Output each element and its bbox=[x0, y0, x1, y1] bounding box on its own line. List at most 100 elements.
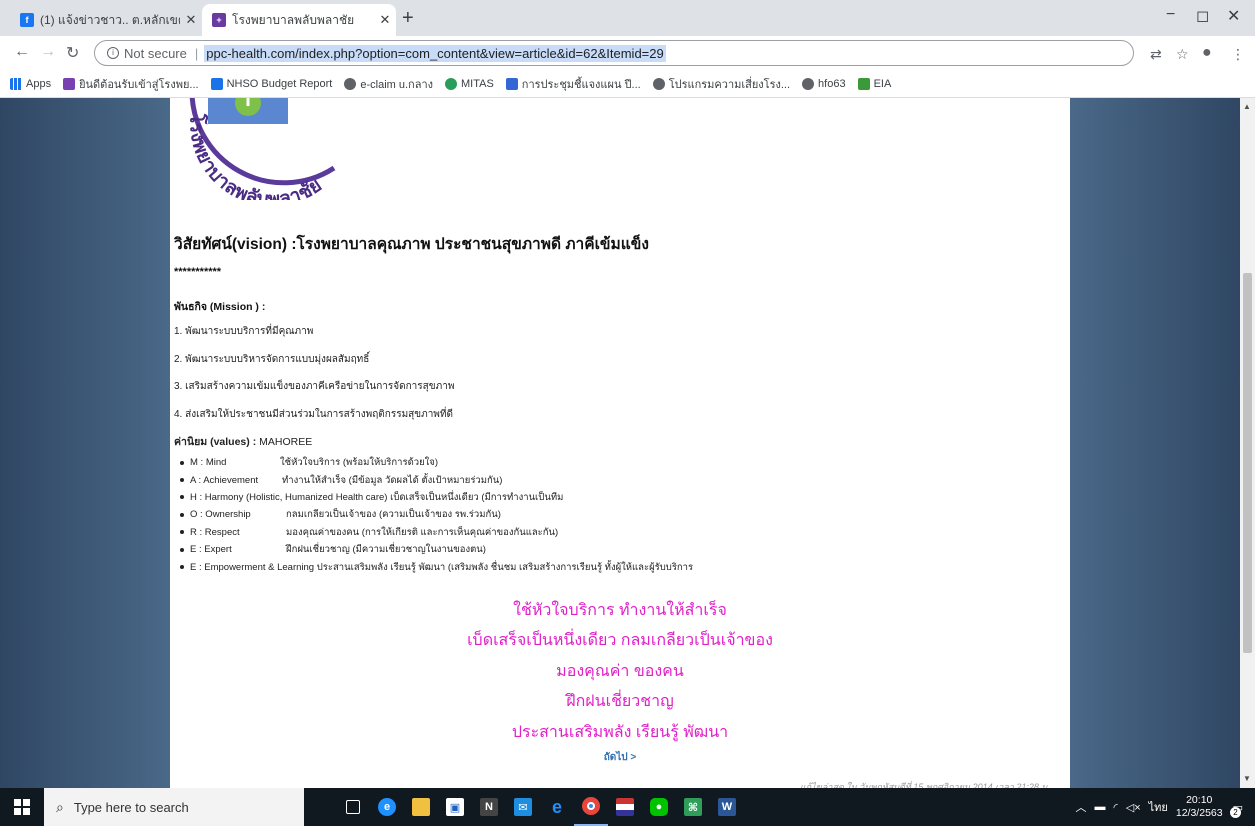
eia-icon bbox=[857, 77, 870, 90]
language-indicator[interactable]: ไทย bbox=[1149, 798, 1168, 816]
slogan-line: ประสานเสริมพลัง เรียนรู้ พัฒนา bbox=[511, 724, 729, 741]
page-viewport: โรงพยาบาลพลับพลาชัย วิสัยทัศน์(vision) :… bbox=[0, 98, 1240, 788]
article-content: โรงพยาบาลพลับพลาชัย วิสัยทัศน์(vision) :… bbox=[170, 98, 1070, 788]
slogan-line: ฝึกฝนเชี่ยวชาญ bbox=[566, 693, 674, 710]
svg-text:โรงพยาบาลพลับพลาชัย: โรงพยาบาลพลับพลาชัย bbox=[185, 112, 326, 200]
scroll-down-icon[interactable]: ▼ bbox=[1243, 774, 1251, 783]
slogan-line: มองคุณค่า ของคน bbox=[556, 663, 684, 680]
back-button[interactable]: ← bbox=[14, 43, 30, 61]
bullet bbox=[180, 565, 184, 570]
new-tab-button[interactable]: + bbox=[402, 8, 414, 28]
word-icon[interactable]: W bbox=[710, 788, 744, 826]
tab-close-icon[interactable]: ✕ bbox=[180, 12, 202, 28]
value-desc: ฝึกฝนเชี่ยวชาญ (มีความเชี่ยวชาญในงานของต… bbox=[286, 544, 486, 556]
flag-app-icon[interactable] bbox=[608, 788, 642, 826]
bookmark-hfo63[interactable]: hfo63 bbox=[802, 77, 846, 90]
bookmark-mitas[interactable]: MITAS bbox=[445, 77, 494, 90]
bookmark-label: การประชุมชี้แจงแผน ปี... bbox=[521, 78, 641, 91]
edge-icon[interactable]: e bbox=[370, 788, 404, 826]
network-icon[interactable]: ▬ bbox=[1094, 801, 1105, 813]
clock[interactable]: 20:10 12/3/2563 bbox=[1176, 794, 1223, 820]
value-desc: ใช้หัวใจบริการ (พร้อมให้บริการด้วยใจ) bbox=[280, 457, 439, 469]
values-word: MAHOREE bbox=[256, 436, 313, 448]
menu-icon[interactable]: ⋮ bbox=[1231, 46, 1245, 63]
scroll-up-icon[interactable]: ▲ bbox=[1243, 102, 1251, 111]
bookmark-eia[interactable]: EIA bbox=[857, 77, 892, 90]
file-explorer-icon[interactable] bbox=[404, 788, 438, 826]
values-list: M : Mind ใช้หัวใจบริการ (พร้อมให้บริการด้… bbox=[180, 454, 693, 576]
close-window-button[interactable]: ✕ bbox=[1227, 6, 1240, 26]
vision-heading: วิสัยทัศน์(vision) :โรงพยาบาลคุณภาพ ประช… bbox=[174, 236, 649, 253]
right-background bbox=[1070, 98, 1240, 788]
translate-icon[interactable]: ⇄ bbox=[1150, 46, 1162, 63]
list-item: E : Expert ฝึกฝนเชี่ยวชาญ (มีความเชี่ยวชา… bbox=[180, 541, 693, 558]
facebook-icon: f bbox=[20, 13, 34, 27]
list-item: R : Respect มองคุณค่าของคน (การให้เกียรติ… bbox=[180, 524, 693, 541]
clock-time: 20:10 bbox=[1186, 794, 1213, 806]
security-indicator[interactable]: i Not secure bbox=[107, 46, 187, 61]
value-desc: เบ็ดเสร็จเป็นหนึ่งเดียว (มีการทำงานเป็นท… bbox=[390, 491, 564, 503]
value-code: O : Ownership bbox=[190, 509, 251, 521]
store-icon[interactable]: ▣ bbox=[438, 788, 472, 826]
tab-hospital[interactable]: + โรงพยาบาลพลับพลาชัย ✕ bbox=[202, 4, 396, 36]
url-text[interactable]: ppc-health.com/index.php?option=com_cont… bbox=[204, 44, 666, 62]
tab-facebook[interactable]: f (1) แจ้งข่าวชาว.. ต.หลักเขต ✕ bbox=[10, 4, 202, 36]
list-item: O : Ownership กลมเกลียวเป็นเจ้าของ (ความเ… bbox=[180, 506, 693, 523]
volume-icon[interactable]: ◁× bbox=[1126, 801, 1141, 814]
forward-button[interactable]: → bbox=[40, 43, 56, 61]
reload-button[interactable]: ↻ bbox=[66, 43, 79, 63]
onenote-icon[interactable]: N bbox=[472, 788, 506, 826]
excel-like-icon[interactable]: ⌘ bbox=[676, 788, 710, 826]
next-page-link[interactable]: ถัดไป > bbox=[170, 750, 1070, 765]
taskbar-apps: e ▣ N ✉ e ● ⌘ W bbox=[336, 788, 744, 826]
values-label: ค่านิยม (values) : bbox=[174, 436, 257, 448]
list-item: A : Achievement ทำงานให้สำเร็จ (มีข้อมูล … bbox=[180, 471, 693, 488]
chrome-icon[interactable] bbox=[574, 788, 608, 826]
maximize-button[interactable]: ◻ bbox=[1196, 6, 1209, 26]
scrollbar-thumb[interactable] bbox=[1243, 273, 1252, 653]
ie-icon[interactable]: e bbox=[540, 788, 574, 826]
list-item: M : Mind ใช้หัวใจบริการ (พร้อมให้บริการด้… bbox=[180, 454, 693, 471]
search-placeholder: Type here to search bbox=[73, 799, 189, 815]
bookmark-apps[interactable]: Apps bbox=[10, 77, 51, 90]
start-button[interactable] bbox=[0, 788, 44, 826]
line-icon[interactable]: ● bbox=[642, 788, 676, 826]
wifi-icon[interactable]: ◜ bbox=[1113, 801, 1117, 814]
value-code: H : Harmony (Holistic, Humanized Health … bbox=[190, 491, 388, 503]
bookmarks-bar: Apps ยินดีต้อนรับเข้าสู่โรงพย... NHSO Bu… bbox=[0, 70, 1255, 98]
browser-toolbar: ← → ↻ i Not secure | ppc-health.com/inde… bbox=[0, 36, 1255, 70]
notification-icon[interactable]: ▭2 bbox=[1230, 801, 1243, 818]
taskbar-search[interactable]: ⌕ Type here to search bbox=[44, 788, 304, 826]
bookmark-label: MITAS bbox=[461, 77, 494, 90]
bookmark-label: โปรแกรมความเสี่ยงโรง... bbox=[668, 78, 791, 91]
address-bar[interactable]: i Not secure | ppc-health.com/index.php?… bbox=[94, 40, 1134, 66]
bookmark-eclaim[interactable]: e-claim u.กลาง bbox=[344, 75, 433, 93]
tab-close-icon[interactable]: ✕ bbox=[374, 12, 396, 28]
tray-chevron-icon[interactable]: ︿ bbox=[1075, 799, 1086, 815]
minimize-button[interactable]: − bbox=[1166, 6, 1175, 24]
values-heading: ค่านิยม (values) : MAHOREE bbox=[174, 433, 312, 450]
bookmark-meeting[interactable]: การประชุมชี้แจงแผน ปี... bbox=[505, 75, 641, 93]
bookmark-nhso[interactable]: NHSO Budget Report bbox=[210, 77, 332, 90]
bookmark-label: ยินดีต้อนรับเข้าสู่โรงพย... bbox=[79, 78, 199, 91]
page-scrollbar[interactable]: ▲ ▼ bbox=[1240, 98, 1255, 788]
mission-heading: พันธกิจ (Mission ) : bbox=[174, 301, 266, 313]
star-icon[interactable]: ☆ bbox=[1176, 46, 1189, 63]
profile-icon[interactable]: ● bbox=[1202, 44, 1212, 62]
bookmark-label: EIA bbox=[873, 77, 892, 90]
clock-date: 12/3/2563 bbox=[1175, 807, 1223, 819]
left-background bbox=[0, 98, 170, 788]
task-view-icon[interactable] bbox=[336, 788, 370, 826]
bookmark-hospital[interactable]: ยินดีต้อนรับเข้าสู่โรงพย... bbox=[63, 75, 199, 93]
bookmark-risk[interactable]: โปรแกรมความเสี่ยงโรง... bbox=[652, 75, 791, 93]
globe-icon bbox=[344, 77, 357, 90]
bullet bbox=[180, 460, 184, 465]
separator-stars: *********** bbox=[174, 266, 222, 278]
mail-icon[interactable]: ✉ bbox=[506, 788, 540, 826]
tab-title: (1) แจ้งข่าวชาว.. ต.หลักเขต bbox=[40, 12, 180, 27]
logo-text: โรงพยาบาลพลับพลาชัย bbox=[185, 112, 326, 200]
search-icon: ⌕ bbox=[56, 798, 64, 815]
system-tray: ︿ ▬ ◜ ◁× ไทย 20:10 12/3/2563 ▭2 bbox=[1075, 788, 1255, 826]
mission-item: 3. เสริมสร้างความเข้มแข็งของภาคีเครือข่า… bbox=[174, 381, 455, 392]
list-item: H : Harmony (Holistic, Humanized Health … bbox=[180, 489, 693, 506]
